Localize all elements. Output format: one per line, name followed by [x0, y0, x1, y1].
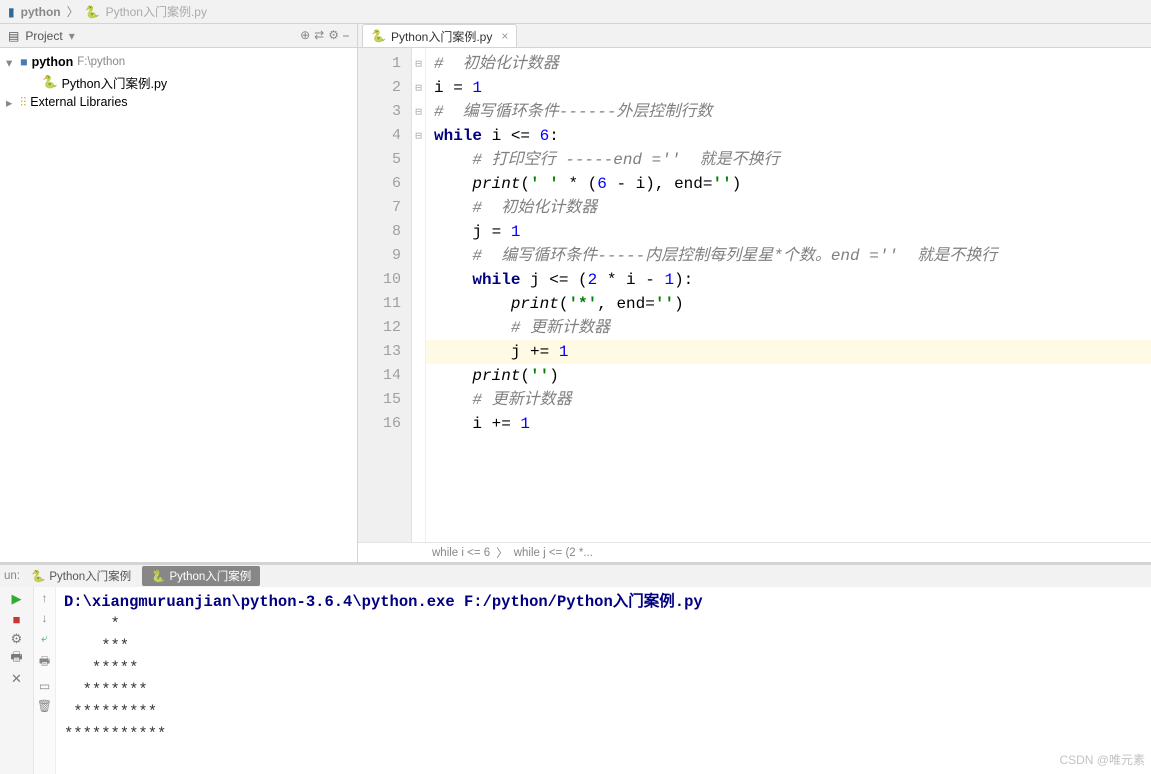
project-name: python — [32, 55, 74, 69]
gear-icon[interactable]: ⚙ — [328, 28, 339, 43]
line-gutter: 12345678910111213141516 — [358, 48, 412, 542]
python-file-icon: 🐍 — [31, 569, 45, 583]
hide-icon[interactable]: ⎯ — [343, 28, 349, 43]
chevron-right-icon: 〉 — [67, 3, 79, 20]
project-icon: ▤ — [8, 29, 19, 43]
tree-file[interactable]: 🐍 Python入门案例.py — [0, 72, 357, 92]
tree-file-label: Python入门案例.py — [62, 73, 168, 92]
clear-icon[interactable]: ▭ — [39, 679, 50, 693]
close-icon[interactable]: ✕ — [9, 671, 25, 687]
run-tab[interactable]: 🐍 Python入门案例 — [22, 566, 140, 586]
run-tab-label: Python入门案例 — [169, 568, 251, 584]
run-panel: un: 🐍 Python入门案例 🐍 Python入门案例 ▶ ■ ⚙ 🖶 ✕ … — [0, 562, 1151, 774]
run-label: un: — [4, 570, 20, 582]
project-path: F:\python — [77, 56, 125, 68]
code-breadcrumb: while i <= 6 〉 while j <= (2 *... — [358, 542, 1151, 562]
breadcrumb: ▮ python 〉 🐍 Python入门案例.py — [0, 0, 1151, 24]
scroll-from-source-icon[interactable]: ⇄ — [314, 28, 324, 43]
trash-icon[interactable]: 🗑 — [37, 699, 52, 713]
settings-icon[interactable]: ⚙ — [9, 631, 25, 647]
folder-icon: ▮ — [8, 5, 15, 19]
breadcrumb-file[interactable]: Python入门案例.py — [106, 3, 207, 20]
python-file-icon: 🐍 — [42, 75, 58, 90]
sidebar-title[interactable]: Project — [25, 29, 62, 43]
stop-icon[interactable]: ■ — [9, 611, 25, 627]
breadcrumb-root[interactable]: python — [21, 5, 61, 19]
sidebar-header: ▤ Project ▾ ⊕ ⇄ ⚙ ⎯ — [0, 24, 357, 48]
pin-icon[interactable]: 🖶 — [9, 651, 25, 667]
collapse-icon[interactable]: ⊕ — [300, 28, 310, 43]
run-toolbar: ▶ ■ ⚙ 🖶 ✕ — [0, 587, 34, 774]
code-crumb[interactable]: while j <= (2 *... — [514, 547, 593, 559]
editor-tab-label: Python入门案例.py — [391, 28, 492, 45]
print-icon[interactable]: 🖶 — [39, 652, 50, 673]
run-tab[interactable]: 🐍 Python入门案例 — [142, 566, 260, 586]
close-icon[interactable]: × — [501, 29, 508, 43]
run-toolbar-2: ↑ ↓ ⤶ 🖶 ▭ 🗑 — [34, 587, 56, 774]
libraries-icon: ⫶⫶ — [20, 95, 26, 110]
python-file-icon: 🐍 — [85, 5, 100, 19]
tree-project-root[interactable]: ▾ ■ python F:\python — [0, 52, 357, 72]
editor: 🐍 Python入门案例.py × 1234567891011121314151… — [358, 24, 1151, 562]
python-file-icon: 🐍 — [151, 569, 165, 583]
up-icon[interactable]: ↑ — [42, 591, 48, 605]
rerun-icon[interactable]: ▶ — [9, 591, 25, 607]
fold-gutter: ⊟⊟⊟⊟ — [412, 48, 426, 542]
editor-tab-bar: 🐍 Python入门案例.py × — [358, 24, 1151, 48]
wrap-icon[interactable]: ⤶ — [41, 631, 48, 646]
code-crumb[interactable]: while i <= 6 — [432, 547, 490, 559]
run-tab-bar: un: 🐍 Python入门案例 🐍 Python入门案例 — [0, 565, 1151, 587]
project-sidebar: ▤ Project ▾ ⊕ ⇄ ⚙ ⎯ ▾ ■ python F:\python… — [0, 24, 358, 562]
tree-libs-label: External Libraries — [30, 95, 127, 109]
tree-external-libs[interactable]: ▸ ⫶⫶ External Libraries — [0, 92, 357, 112]
console-output[interactable]: D:\xiangmuruanjian\python-3.6.4\python.e… — [56, 587, 1151, 774]
project-tree: ▾ ■ python F:\python 🐍 Python入门案例.py ▸ ⫶… — [0, 48, 357, 116]
down-icon[interactable]: ↓ — [42, 611, 48, 625]
python-file-icon: 🐍 — [371, 29, 386, 43]
editor-tab[interactable]: 🐍 Python入门案例.py × — [362, 24, 517, 47]
watermark: CSDN @唯元素 — [1059, 751, 1145, 768]
code-area[interactable]: # 初始化计数器i = 1# 编写循环条件------外层控制行数while i… — [426, 48, 1151, 542]
run-tab-label: Python入门案例 — [49, 568, 131, 584]
